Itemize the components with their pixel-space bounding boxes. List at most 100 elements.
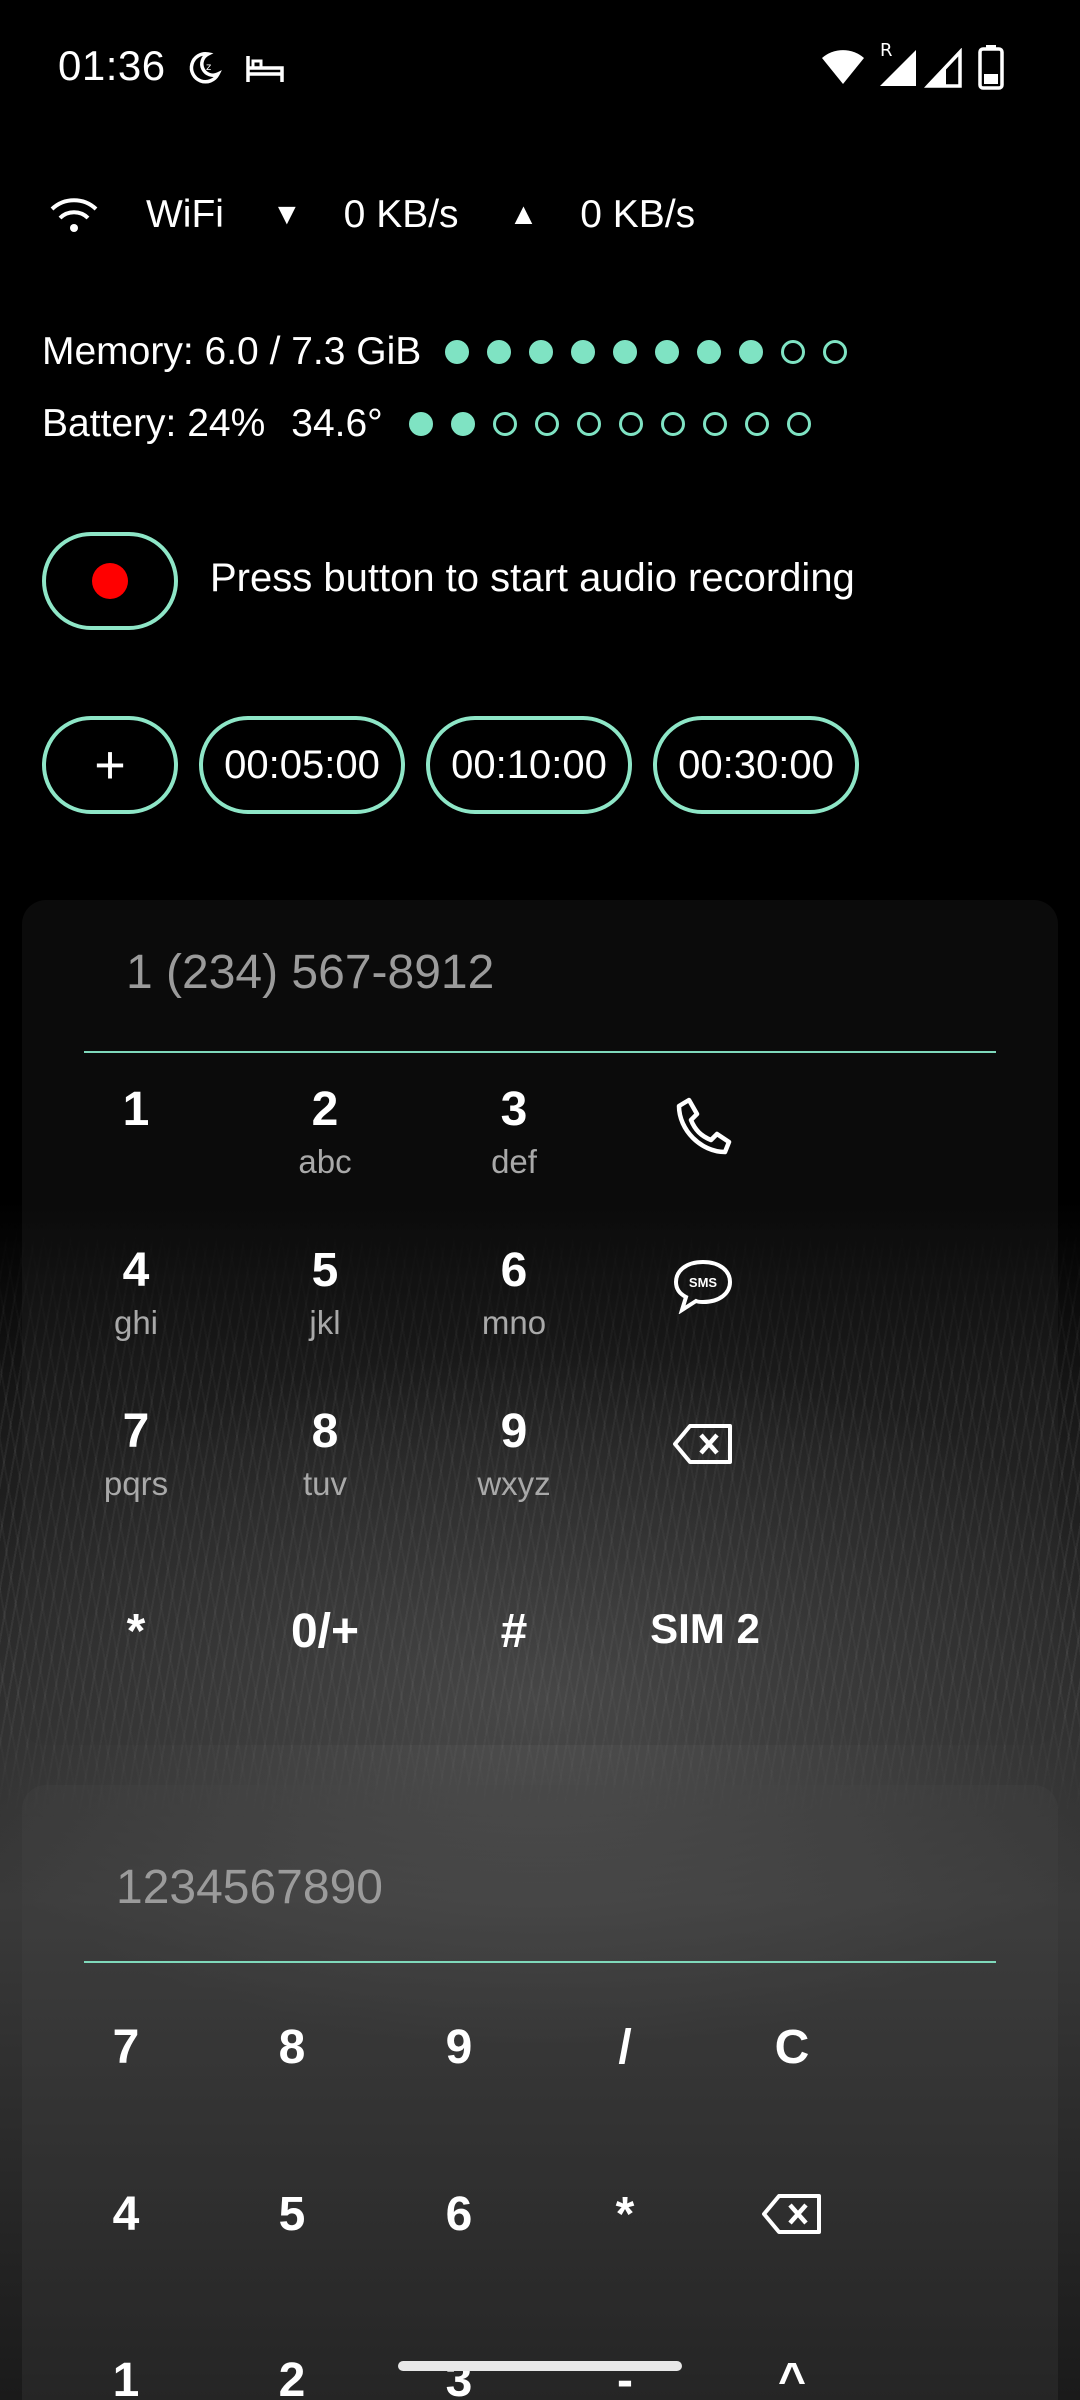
dial-key[interactable]: 7 pqrs xyxy=(56,1404,216,1504)
dial-key-digit: 5 xyxy=(311,1244,339,1297)
dial-key[interactable]: 3 def xyxy=(434,1082,594,1182)
calc-key[interactable]: / xyxy=(565,2020,685,2075)
record-button[interactable] xyxy=(42,532,178,630)
dial-key-letters: jkl xyxy=(309,1304,341,1341)
upload-speed: 0 KB/s xyxy=(580,193,696,236)
level-dot-empty xyxy=(744,412,769,436)
level-dot-filled xyxy=(655,340,680,364)
level-dot-empty xyxy=(534,412,559,436)
backspace-button[interactable] xyxy=(653,1404,753,1484)
level-dot-filled xyxy=(529,340,554,364)
memory-dots xyxy=(445,340,865,364)
download-arrow: ▼ xyxy=(271,198,302,231)
dial-key-digit: 8 xyxy=(311,1405,339,1458)
dial-key-digit: 6 xyxy=(500,1244,528,1297)
dial-key-letters: abc xyxy=(298,1143,352,1180)
battery-meter: Battery: 24% 34.6° xyxy=(42,398,829,450)
dial-key-digit: 2 xyxy=(311,1083,339,1136)
status-bar: 01:36 z R xyxy=(0,0,1080,135)
battery-icon xyxy=(978,44,1004,95)
calculator-input-underline xyxy=(84,1961,996,1963)
dial-key[interactable]: 9 wxyz xyxy=(434,1404,594,1504)
timer-preset-button[interactable]: 00:05:00 xyxy=(199,716,405,814)
wifi-icon xyxy=(820,46,866,91)
record-dot-icon xyxy=(92,563,128,599)
signal-roaming-icon: R xyxy=(876,40,922,93)
dial-key-digit: * xyxy=(126,1605,146,1658)
timer-preset-label: 00:05:00 xyxy=(224,742,380,787)
dial-key[interactable]: 8 tuv xyxy=(245,1404,405,1504)
calculator-input[interactable]: 1234567890 xyxy=(116,1860,383,1915)
timer-preset-button[interactable]: 00:10:00 xyxy=(426,716,632,814)
calc-key[interactable]: 7 xyxy=(66,2020,186,2075)
calc-backspace-button[interactable] xyxy=(742,2174,842,2254)
dial-key-letters: ghi xyxy=(113,1304,159,1341)
level-dot-filled xyxy=(571,340,596,364)
timer-preset-button[interactable]: 00:30:00 xyxy=(653,716,859,814)
recording-hint: Press button to start audio recording xyxy=(210,556,855,600)
status-time: 01:36 xyxy=(58,42,166,89)
level-dot-empty xyxy=(702,412,727,436)
dial-key-letters: def xyxy=(491,1143,537,1180)
phone-input-underline xyxy=(84,1051,996,1053)
dial-key-letters: wxyz xyxy=(477,1465,551,1502)
dial-key-letters: tuv xyxy=(302,1465,348,1502)
dial-key[interactable]: 2 abc xyxy=(245,1082,405,1182)
level-dot-empty xyxy=(618,412,643,436)
level-dot-filled xyxy=(450,412,475,436)
dial-key-digit: 7 xyxy=(122,1405,150,1458)
signal-icon xyxy=(923,47,964,93)
roaming-indicator: R xyxy=(880,40,893,61)
dial-key[interactable]: 1 xyxy=(56,1082,216,1142)
dial-key-digit: 1 xyxy=(122,1083,150,1136)
dial-key-digit: 9 xyxy=(500,1405,528,1458)
calc-key[interactable]: 4 xyxy=(66,2187,186,2242)
dial-key[interactable]: 5 jkl xyxy=(245,1243,405,1343)
calc-key[interactable]: 8 xyxy=(232,2020,352,2075)
calc-key[interactable]: 6 xyxy=(399,2187,519,2242)
sms-icon: SMS xyxy=(673,1259,733,1314)
dial-key-digit: # xyxy=(500,1605,528,1658)
calc-key[interactable]: * xyxy=(565,2187,685,2242)
svg-text:z: z xyxy=(206,62,211,73)
dial-key[interactable]: 4 ghi xyxy=(56,1243,216,1343)
calc-key[interactable]: 9 xyxy=(399,2020,519,2075)
memory-meter: Memory: 6.0 / 7.3 GiB xyxy=(42,326,865,378)
sim-select-button[interactable]: SIM 2 xyxy=(620,1605,790,1653)
calc-key[interactable]: 1 xyxy=(66,2353,186,2400)
dial-key[interactable]: 0/+ xyxy=(245,1604,405,1660)
do-not-disturb-moon-icon: z xyxy=(184,48,224,93)
network-type: WiFi xyxy=(146,193,224,236)
calc-key[interactable]: 5 xyxy=(232,2187,352,2242)
level-dot-filled xyxy=(739,340,764,364)
level-dot-empty xyxy=(492,412,517,436)
level-dot-filled xyxy=(697,340,722,364)
wifi-icon xyxy=(46,195,106,235)
level-dot-filled xyxy=(408,412,433,436)
calc-key[interactable]: ^ xyxy=(732,2353,852,2400)
dial-key-letters: mno xyxy=(481,1304,547,1341)
level-dot-filled xyxy=(613,340,638,364)
backspace-icon xyxy=(762,2194,821,2234)
plus-icon: + xyxy=(94,735,126,795)
gesture-home-bar[interactable] xyxy=(398,2361,682,2371)
dial-key[interactable]: 6 mno xyxy=(434,1243,594,1343)
battery-dots xyxy=(408,412,829,436)
call-button[interactable] xyxy=(653,1086,753,1166)
dial-key[interactable]: * xyxy=(56,1604,216,1660)
add-timer-button[interactable]: + xyxy=(42,716,178,814)
level-dot-empty xyxy=(781,340,806,364)
sms-button[interactable]: SMS xyxy=(653,1246,753,1326)
calc-clear-key[interactable]: C xyxy=(732,2020,852,2075)
dial-key-digit: 4 xyxy=(122,1244,150,1297)
sleep-bed-icon xyxy=(244,48,286,93)
backspace-icon xyxy=(673,1424,732,1464)
level-dot-empty xyxy=(660,412,685,436)
calc-key[interactable]: 2 xyxy=(232,2353,352,2400)
memory-text: Memory: 6.0 / 7.3 GiB xyxy=(42,330,422,373)
level-dot-empty xyxy=(823,340,848,364)
level-dot-filled xyxy=(445,340,470,364)
battery-text: Battery: 24% xyxy=(42,402,266,445)
dial-key[interactable]: # xyxy=(434,1604,594,1660)
phone-number-input[interactable]: 1 (234) 567-8912 xyxy=(126,945,494,1000)
